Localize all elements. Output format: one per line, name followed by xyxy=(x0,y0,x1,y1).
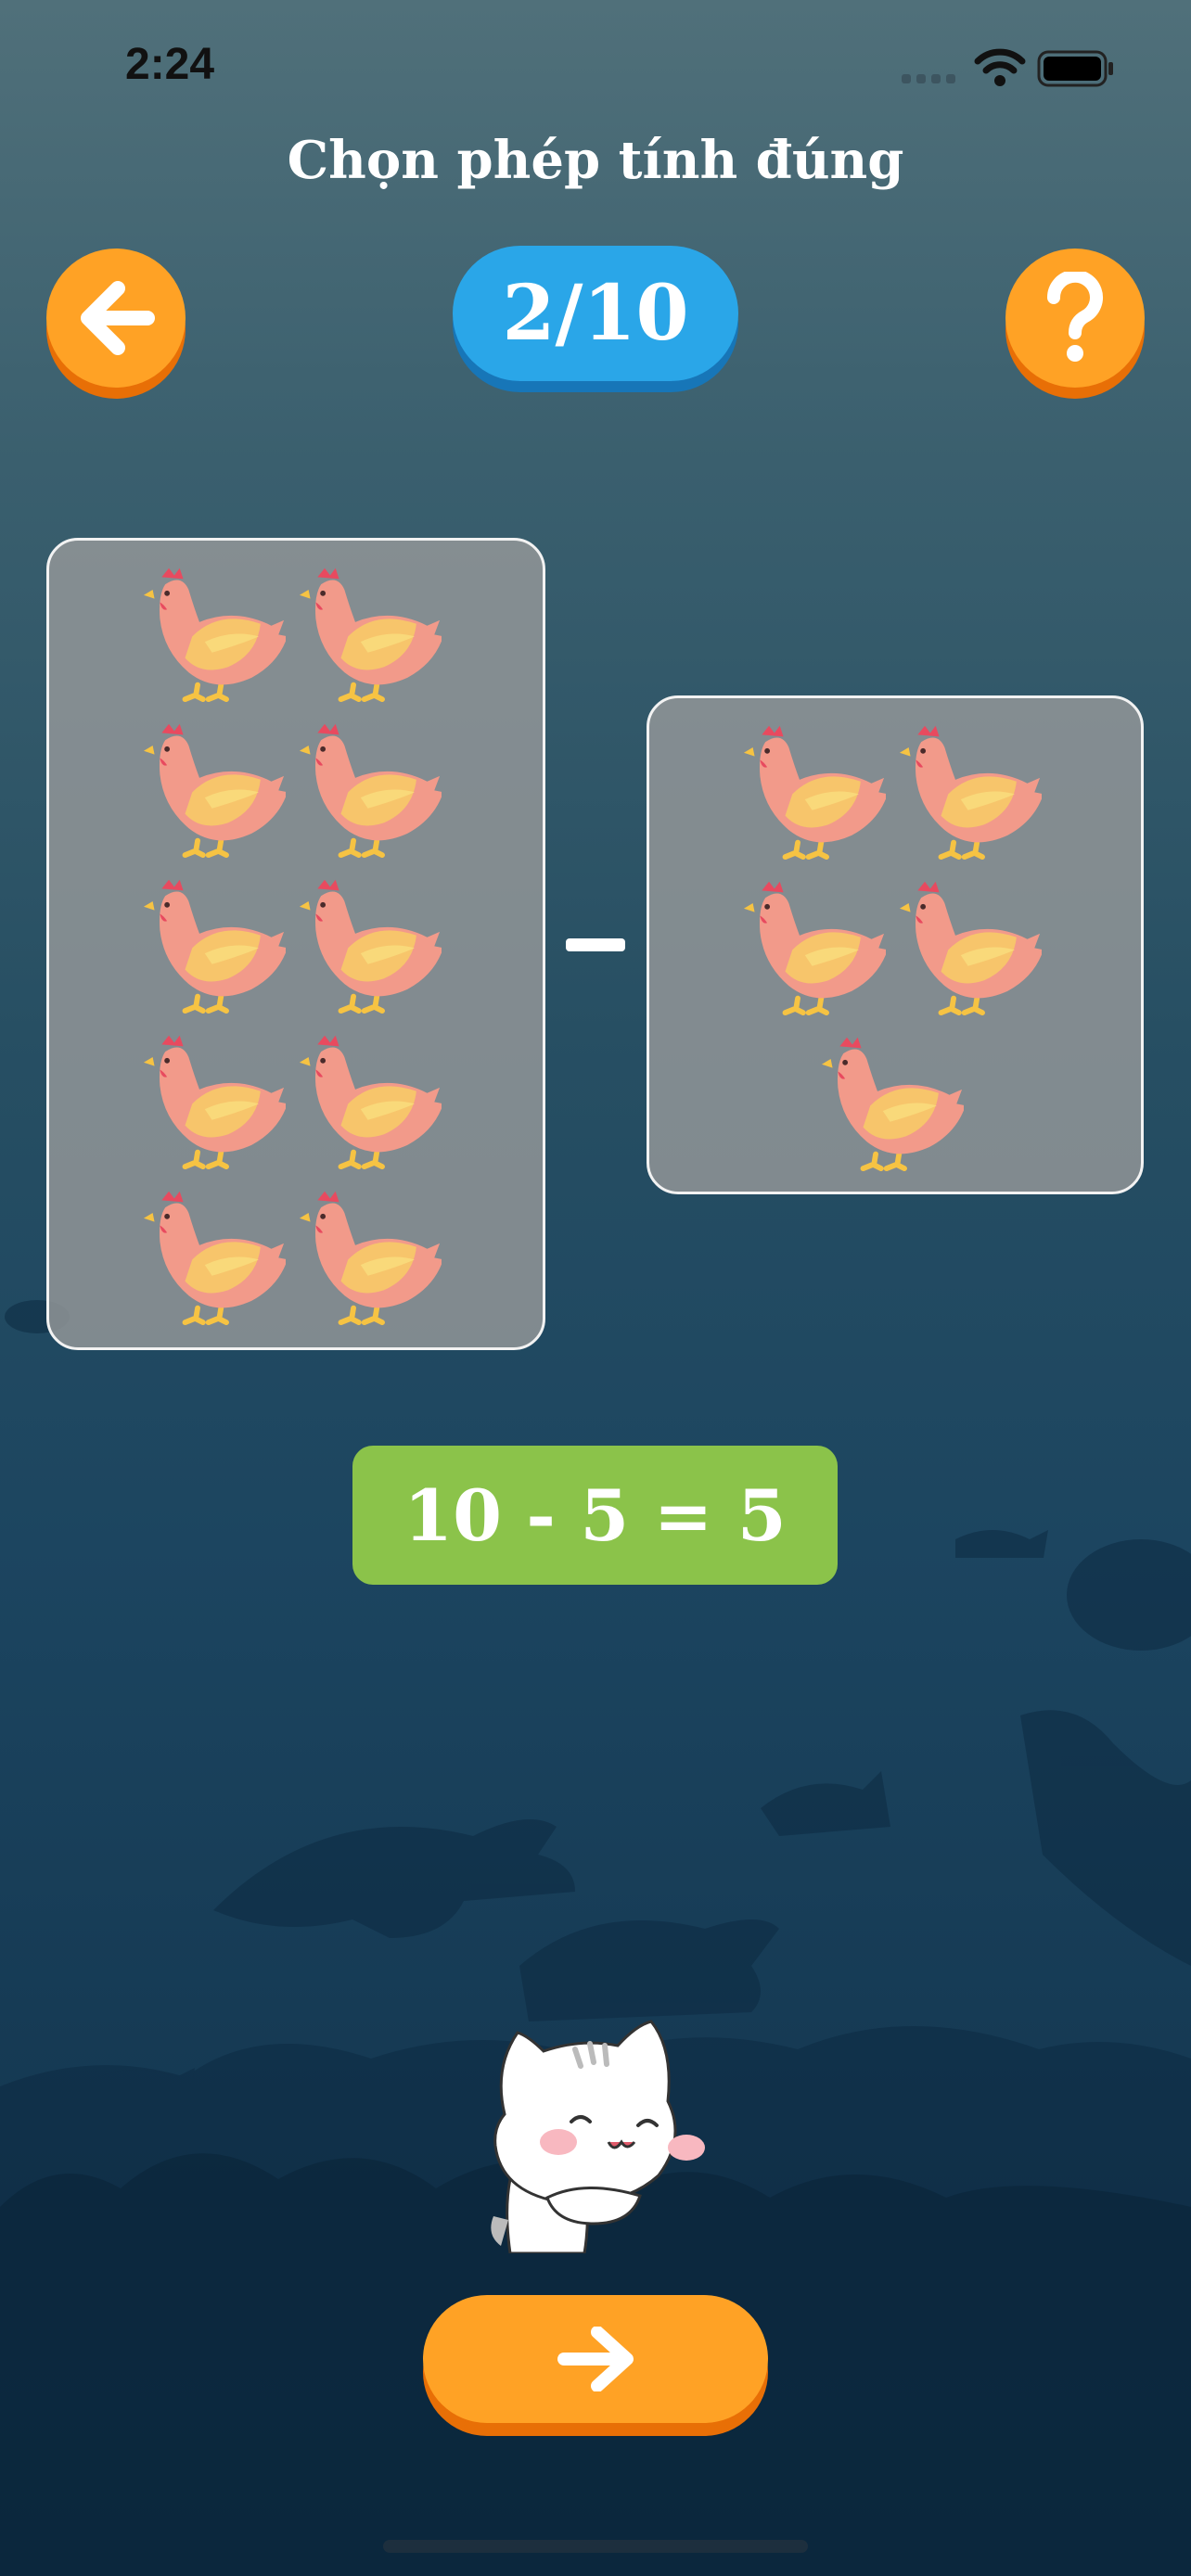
chicken-icon xyxy=(142,871,286,1014)
battery-icon xyxy=(1037,50,1113,87)
back-button[interactable] xyxy=(46,249,186,388)
help-button[interactable] xyxy=(1005,249,1145,388)
chicken-icon xyxy=(142,1027,286,1170)
arrow-right-icon xyxy=(557,2327,634,2391)
chicken-icon xyxy=(898,873,1042,1016)
cat-mascot xyxy=(491,2020,705,2253)
chicken-icon xyxy=(142,715,286,859)
status-time: 2:24 xyxy=(125,40,215,89)
page-title: Chọn phép tính đúng xyxy=(287,130,904,191)
chicken-icon xyxy=(298,1027,442,1170)
chicken-icon xyxy=(742,873,886,1016)
chicken-icon xyxy=(898,717,1042,861)
left-operand-card xyxy=(46,538,545,1350)
progress-indicator: 2/10 xyxy=(453,246,738,381)
minus-operator xyxy=(566,938,625,951)
answer-option[interactable]: 10 - 5 = 5 xyxy=(352,1446,838,1585)
chicken-icon xyxy=(298,559,442,703)
next-button[interactable] xyxy=(423,2295,768,2423)
arrow-left-icon xyxy=(81,281,155,355)
chicken-icon xyxy=(298,871,442,1014)
chicken-icon xyxy=(298,715,442,859)
right-operand-card xyxy=(647,695,1144,1194)
chicken-icon xyxy=(820,1028,964,1172)
wifi-icon xyxy=(974,48,1026,86)
question-mark-icon xyxy=(1046,272,1103,362)
cellular-signal-icon xyxy=(902,74,955,83)
chicken-icon xyxy=(742,717,886,861)
home-indicator xyxy=(383,2540,808,2553)
chicken-icon xyxy=(298,1182,442,1326)
chicken-icon xyxy=(142,559,286,703)
chicken-icon xyxy=(142,1182,286,1326)
